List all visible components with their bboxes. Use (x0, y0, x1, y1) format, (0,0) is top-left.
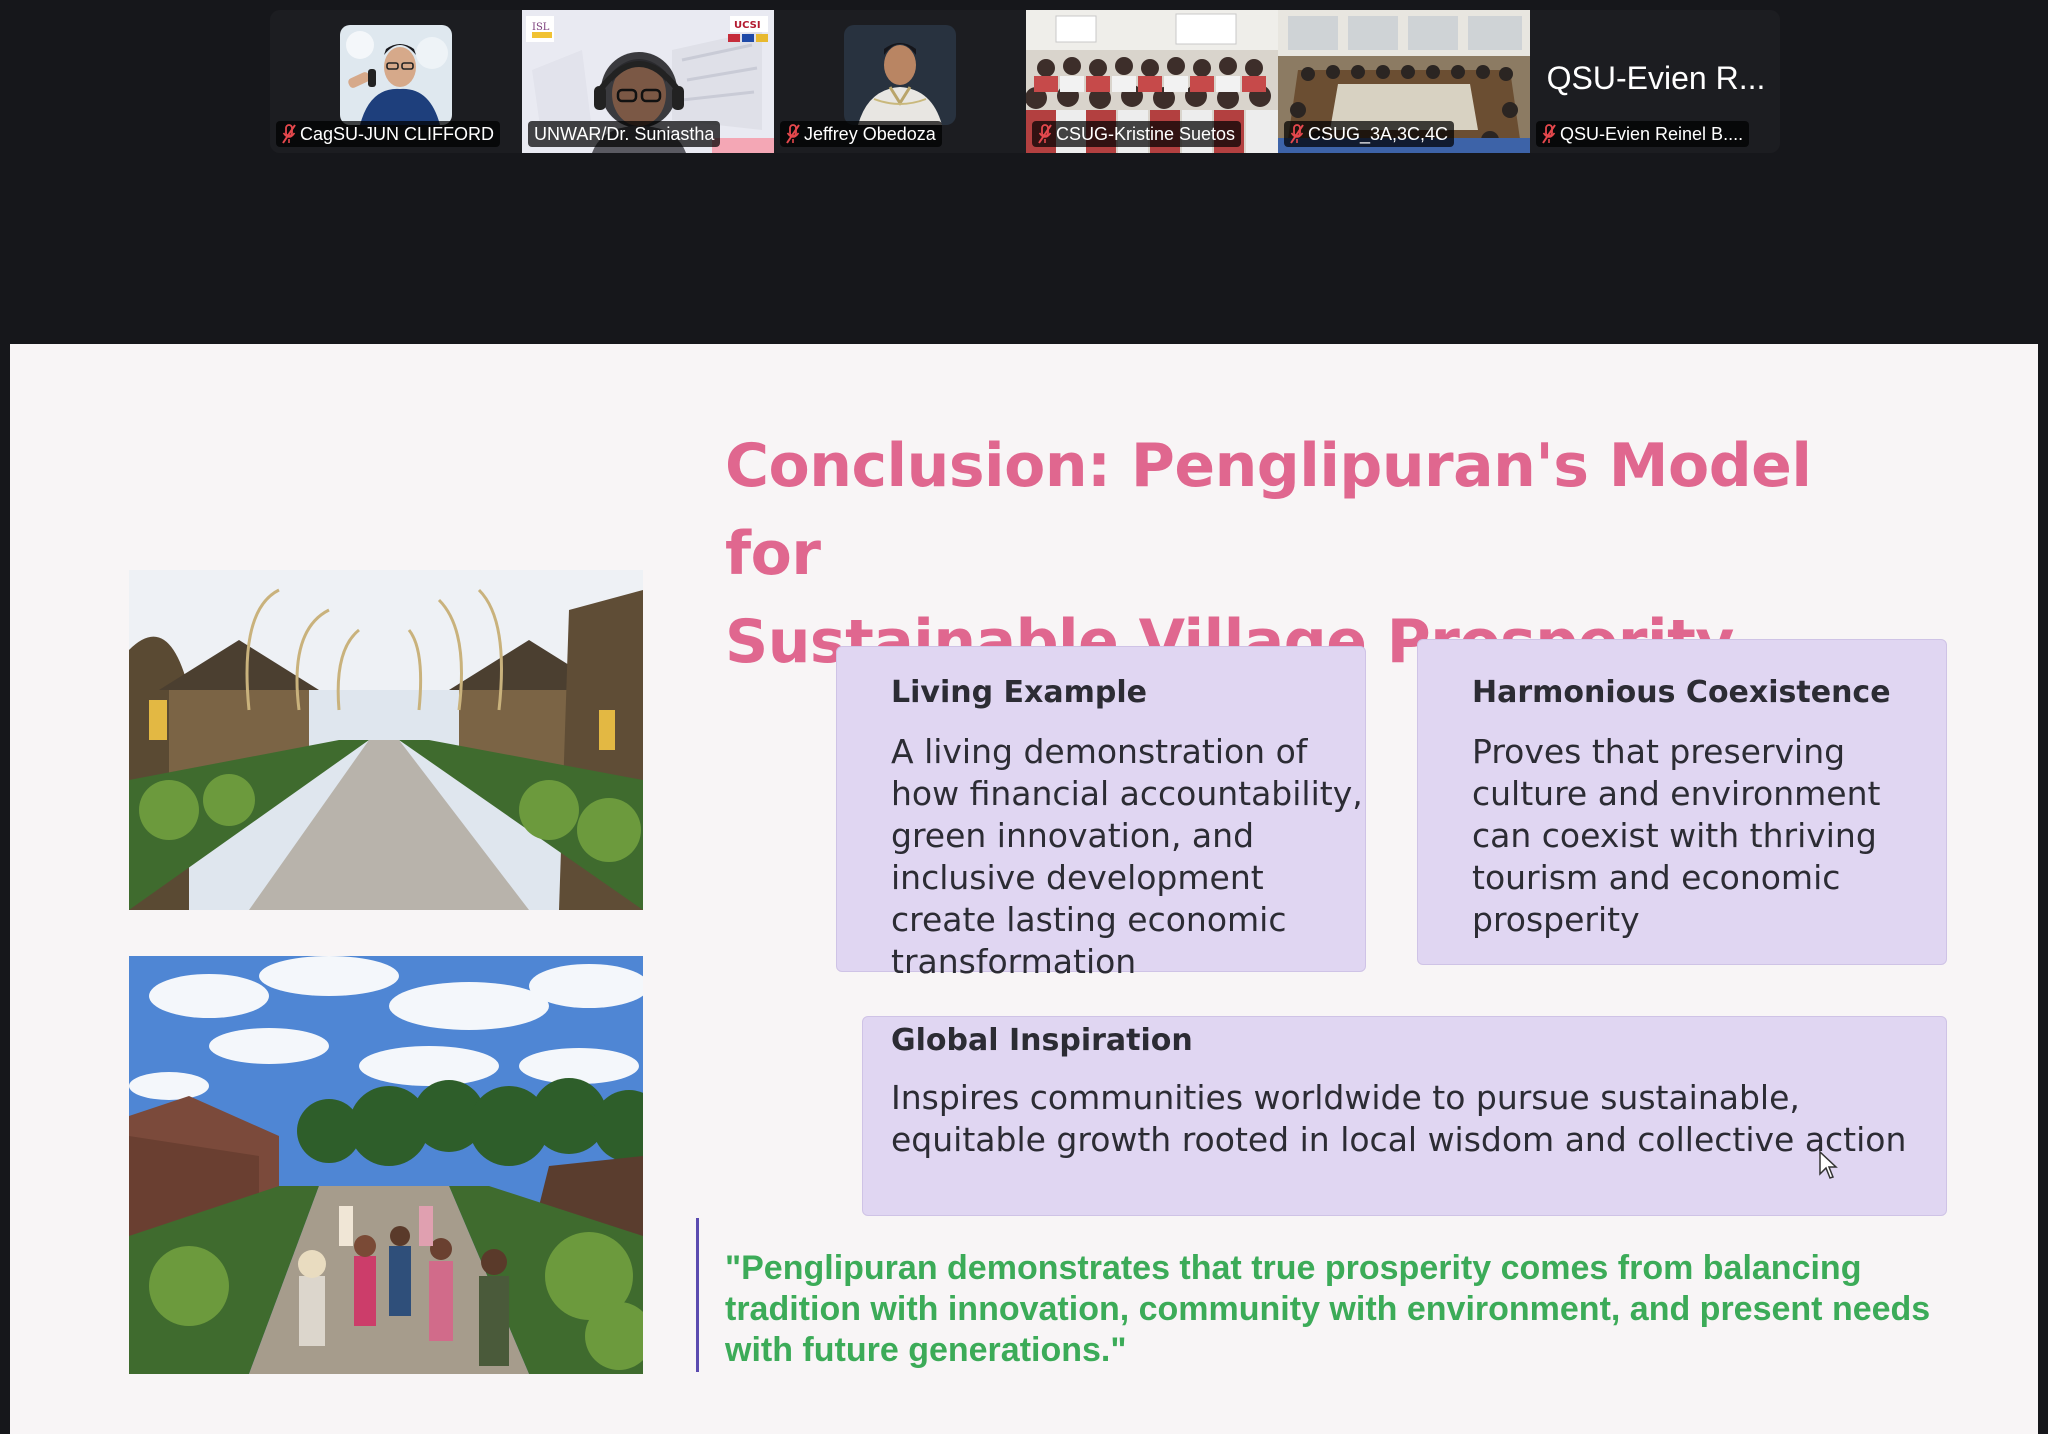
village-street-photo (129, 570, 643, 910)
card-title: Living Example (891, 675, 1147, 710)
participant-strip: CagSU-JUN CLIFFORD ISL UCSI UNWAR/Dr. Su… (270, 10, 1780, 153)
harmonious-coexistence-card: Harmonious Coexistence Proves that prese… (1417, 639, 1947, 965)
card-line: Proves that preserving (1472, 732, 1846, 771)
participant-tile[interactable]: QSU-Evien R... QSU-Evien Reinel B.... (1530, 10, 1780, 153)
quote-line: "Penglipuran demonstrates that true pros… (725, 1249, 1862, 1287)
participant-tile[interactable]: CagSU-JUN CLIFFORD (270, 10, 522, 153)
card-line: create lasting economic (891, 900, 1287, 939)
card-line: inclusive development (891, 858, 1264, 897)
global-inspiration-card: Global Inspiration Inspires communities … (862, 1016, 1947, 1216)
muted-mic-icon (282, 124, 296, 144)
participant-name: Jeffrey Obedoza (804, 124, 936, 144)
participant-name: CSUG-Kristine Suetos (1056, 124, 1236, 144)
participant-tile[interactable]: CSUG_3A,3C,4C (1278, 10, 1530, 153)
card-line: can coexist with thriving (1472, 816, 1877, 855)
card-body: Proves that preserving culture and envir… (1472, 731, 1880, 941)
slide-title-line-1: Conclusion: Penglipuran's Model for (725, 431, 1812, 589)
participant-name-tag: Jeffrey Obedoza (780, 121, 942, 147)
muted-mic-icon (1038, 124, 1052, 144)
participant-name: CagSU-JUN CLIFFORD (300, 124, 495, 144)
participant-tile[interactable]: Jeffrey Obedoza (774, 10, 1026, 153)
mouse-cursor-icon (1818, 1150, 1838, 1180)
shared-screen: Conclusion: Penglipuran's Model for Sust… (10, 344, 2038, 1434)
living-example-card: Living Example A living demonstration of… (836, 646, 1366, 981)
card-line: A living demonstration of (891, 732, 1308, 771)
village-tourists-photo (129, 956, 643, 1374)
card-line: tourism and economic (1472, 858, 1841, 897)
participant-name: UNWAR/Dr. Suniastha (534, 124, 715, 144)
participant-display-name: QSU-Evien R... (1546, 60, 1766, 96)
quote-accent-bar (696, 1218, 699, 1372)
card-body: A living demonstration of how financial … (891, 731, 1363, 983)
muted-mic-icon (1290, 124, 1304, 144)
participant-video (340, 25, 452, 125)
participant-name-tag: UNWAR/Dr. Suniastha (528, 121, 721, 147)
participant-name: QSU-Evien Reinel B.... (1560, 124, 1744, 144)
participant-tile-active-speaker[interactable]: ISL UCSI UNWAR/Dr. Suniastha (522, 10, 774, 153)
card-body: Inspires communities worldwide to pursue… (891, 1077, 1906, 1161)
card-title: Global Inspiration (891, 1023, 1193, 1058)
participant-tile[interactable]: CSUG-Kristine Suetos (1026, 10, 1278, 153)
svg-text:UCSI: UCSI (734, 20, 761, 31)
quote-line: tradition with innovation, community wit… (725, 1290, 1931, 1328)
card-line: equitable growth rooted in local wisdom … (891, 1120, 1907, 1159)
card-line: culture and environment (1472, 774, 1881, 813)
muted-mic-icon (786, 124, 800, 144)
card-line: how financial accountability, (891, 774, 1363, 813)
card-line: prosperity (1472, 900, 1640, 939)
card-line: transformation (891, 942, 1137, 981)
participant-name-tag: CSUG-Kristine Suetos (1032, 121, 1242, 147)
quote-line: with future generations." (725, 1331, 1127, 1369)
participant-name: CSUG_3A,3C,4C (1308, 124, 1449, 144)
muted-mic-icon (1542, 124, 1556, 144)
svg-text:ISL: ISL (532, 22, 550, 33)
card-line: Inspires communities worldwide to pursue… (891, 1078, 1800, 1117)
participant-name-tag: CSUG_3A,3C,4C (1284, 121, 1455, 147)
card-line: green innovation, and (891, 816, 1255, 855)
slide-quote: "Penglipuran demonstrates that true pros… (725, 1248, 1995, 1371)
participant-name-tag: CagSU-JUN CLIFFORD (276, 121, 501, 147)
card-title: Harmonious Coexistence (1472, 675, 1891, 710)
participant-name-tag: QSU-Evien Reinel B.... (1536, 121, 1750, 147)
participant-video (844, 25, 956, 125)
